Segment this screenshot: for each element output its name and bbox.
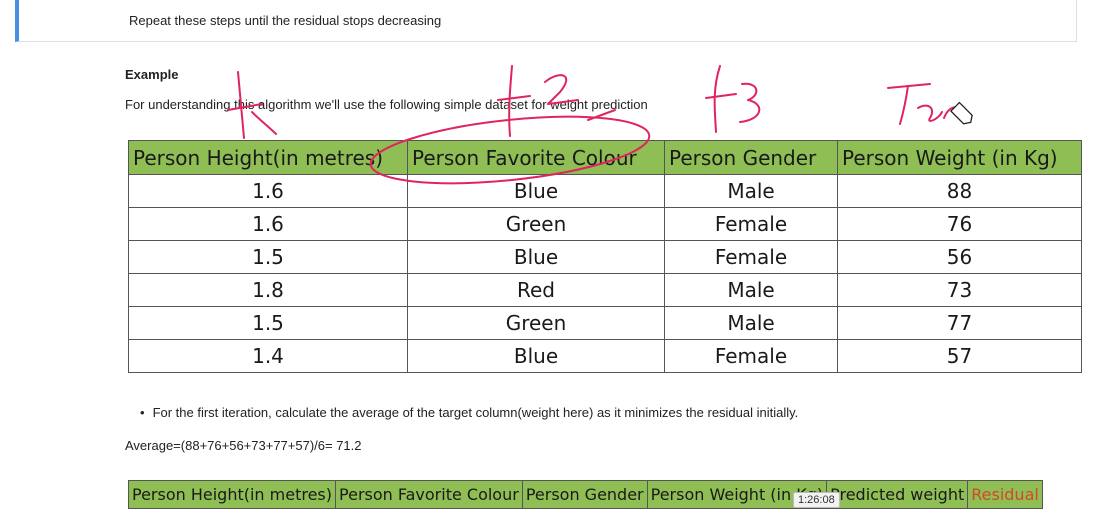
- cell-colour: Blue: [407, 339, 665, 373]
- table-row: 1.6 Blue Male 88: [128, 174, 1082, 208]
- cell-gender: Female: [664, 240, 838, 274]
- example-heading: Example: [125, 67, 179, 82]
- cell-colour: Red: [407, 273, 665, 307]
- header-height: Person Height(in metres): [127, 480, 337, 509]
- cell-weight: 57: [837, 339, 1082, 373]
- header-colour: Person Favorite Colour: [407, 140, 665, 175]
- iteration-table: Person Height(in metres) Person Favorite…: [127, 480, 1043, 509]
- cell-gender: Female: [664, 207, 838, 241]
- header-predicted: Predicted weight: [826, 480, 969, 509]
- cell-height: 1.6: [128, 174, 408, 208]
- cell-gender: Female: [664, 339, 838, 373]
- header-gender: Person Gender: [664, 140, 838, 175]
- cell-gender: Male: [664, 273, 838, 307]
- table-header-row: Person Height(in metres) Person Favorite…: [128, 140, 1082, 175]
- cell-height: 1.5: [128, 240, 408, 274]
- step-text: Repeat these steps until the residual st…: [129, 13, 442, 28]
- header-colour: Person Favorite Colour: [335, 480, 523, 509]
- cell-height: 1.8: [128, 273, 408, 307]
- table-row: 1.5 Blue Female 56: [128, 240, 1082, 274]
- cell-weight: 56: [837, 240, 1082, 274]
- pen-cursor-icon: [950, 101, 973, 125]
- table-row: 1.5 Green Male 77: [128, 306, 1082, 340]
- cell-gender: Male: [664, 306, 838, 340]
- dataset-table: Person Height(in metres) Person Favorite…: [128, 140, 1082, 373]
- cell-weight: 76: [837, 207, 1082, 241]
- bullet-item: For the first iteration, calculate the a…: [140, 405, 799, 420]
- table-row: 1.6 Green Female 76: [128, 207, 1082, 241]
- cell-colour: Blue: [407, 174, 665, 208]
- table-row: 1.4 Blue Female 57: [128, 339, 1082, 373]
- cell-colour: Green: [407, 207, 665, 241]
- intro-text: For understanding this algorithm we'll u…: [125, 97, 648, 112]
- header-residual: Residual: [967, 480, 1043, 509]
- cell-height: 1.5: [128, 306, 408, 340]
- cell-weight: 88: [837, 174, 1082, 208]
- cell-colour: Blue: [407, 240, 665, 274]
- cell-weight: 77: [837, 306, 1082, 340]
- step-card: Repeat these steps until the residual st…: [15, 0, 1077, 42]
- header-height: Person Height(in metres): [128, 140, 408, 175]
- table-header-row: Person Height(in metres) Person Favorite…: [127, 480, 1043, 509]
- average-formula: Average=(88+76+56+73+77+57)/6= 71.2: [125, 438, 362, 453]
- header-gender: Person Gender: [521, 480, 648, 509]
- table-row: 1.8 Red Male 73: [128, 273, 1082, 307]
- annotation-tar: [887, 83, 961, 125]
- video-timestamp: 1:26:08: [793, 492, 840, 508]
- cell-weight: 73: [837, 273, 1082, 307]
- cell-height: 1.4: [128, 339, 408, 373]
- cell-height: 1.6: [128, 207, 408, 241]
- annotation-f3: [705, 65, 761, 133]
- cell-colour: Green: [407, 306, 665, 340]
- cell-gender: Male: [664, 174, 838, 208]
- header-weight: Person Weight (in Kg): [837, 140, 1082, 175]
